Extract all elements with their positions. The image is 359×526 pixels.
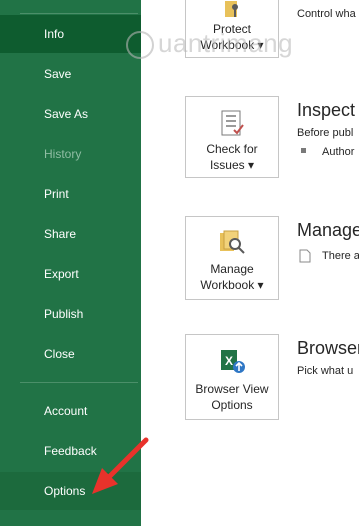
sidebar-item-export[interactable]: Export xyxy=(0,255,141,293)
checklist-icon xyxy=(221,110,244,136)
browser-view-options-button[interactable]: X Browser View Options xyxy=(185,334,279,420)
inspect-title: Inspect xyxy=(297,100,356,120)
manage-title: Manage xyxy=(297,220,359,240)
browser-view-label-1: Browser View xyxy=(195,382,269,396)
protect-workbook-label-2: Workbook ▾ xyxy=(200,38,264,52)
manage-workbook-label-2: Workbook ▾ xyxy=(200,278,264,292)
manage-workbook-button[interactable]: Manage Workbook ▾ xyxy=(185,216,279,300)
inspect-description: Before publ xyxy=(297,127,354,139)
manage-workbook-label-1: Manage xyxy=(210,262,254,276)
sidebar-item-label: Print xyxy=(44,187,69,201)
excel-browser-icon: X xyxy=(221,350,245,373)
sidebar-item-label: Publish xyxy=(44,307,84,321)
sidebar-item-label: Share xyxy=(44,227,77,241)
protect-workbook-button[interactable]: Protect Workbook ▾ xyxy=(185,0,279,58)
sidebar-item-label: Close xyxy=(44,347,75,361)
sidebar-item-publish[interactable]: Publish xyxy=(0,295,141,333)
sidebar-item-history[interactable]: History xyxy=(0,135,141,173)
lock-key-icon xyxy=(225,1,238,17)
check-for-issues-button[interactable]: Check for Issues ▾ xyxy=(185,96,279,178)
bullet xyxy=(301,148,306,153)
browser-title: Browser xyxy=(297,338,359,358)
sidebar-item-label: Save As xyxy=(44,107,89,121)
svg-text:X: X xyxy=(225,354,233,368)
sidebar-item-info[interactable]: Info xyxy=(0,15,141,53)
sidebar-item-share[interactable]: Share xyxy=(0,215,141,253)
manage-workbook-icon xyxy=(220,230,245,254)
protect-description: Control wha xyxy=(297,8,356,20)
sidebar-item-label: Export xyxy=(44,267,79,281)
sidebar-item-label: Save xyxy=(44,67,72,81)
sidebar-item-label: Account xyxy=(44,404,88,418)
check-for-issues-label-1: Check for xyxy=(206,142,258,156)
sidebar-item-label: Info xyxy=(44,27,65,41)
info-pane: Protect Workbook ▾ Control wha Check for… xyxy=(141,0,359,526)
sidebar-item-account[interactable]: Account xyxy=(0,392,141,430)
sidebar-divider xyxy=(20,382,138,383)
browser-view-label-2: Options xyxy=(211,398,253,412)
browser-description: Pick what u xyxy=(297,365,354,377)
sidebar-item-save[interactable]: Save xyxy=(0,55,141,93)
manage-description: There a xyxy=(322,250,359,262)
protect-workbook-label-1: Protect xyxy=(212,22,251,36)
sidebar-item-print[interactable]: Print xyxy=(0,175,141,213)
sidebar-item-label: Options xyxy=(44,484,86,498)
document-icon xyxy=(299,249,311,263)
sidebar-item-label: History xyxy=(44,147,82,161)
red-arrow-annotation xyxy=(92,437,149,494)
sidebar-divider xyxy=(20,13,138,14)
sidebar-item-close[interactable]: Close xyxy=(0,335,141,373)
check-for-issues-label-2: Issues ▾ xyxy=(209,158,255,172)
sidebar-item-save-as[interactable]: Save As xyxy=(0,95,141,133)
inspect-bullet-text: Author xyxy=(322,146,355,158)
